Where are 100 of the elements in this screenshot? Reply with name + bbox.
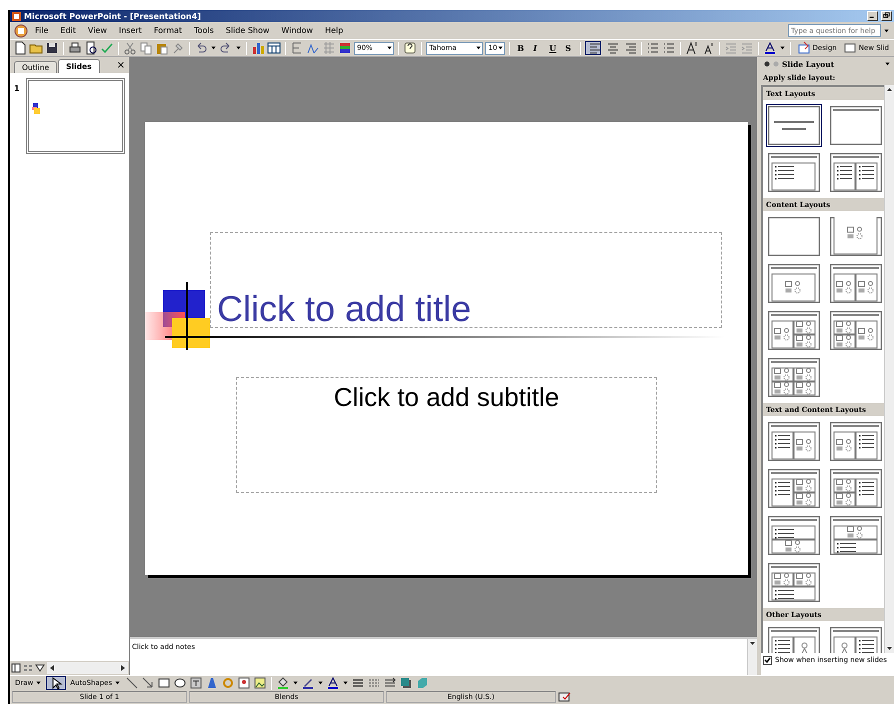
- slide-design-drawing: [32, 103, 40, 115]
- layout-drawing: [768, 106, 820, 145]
- horizontal-scrollbar[interactable]: [47, 662, 128, 674]
- restore-icon[interactable]: [881, 11, 892, 21]
- menu-item[interactable]: Slide Show: [220, 25, 274, 36]
- format-button[interactable]: B: [514, 41, 528, 55]
- layout-thumbnail[interactable]: [766, 467, 822, 510]
- layout-thumbnail[interactable]: [828, 309, 884, 352]
- layout-thumbnail[interactable]: [766, 514, 822, 557]
- layout-thumbnail[interactable]: [766, 309, 822, 352]
- layout-drawing: [768, 422, 820, 461]
- format-button[interactable]: S: [562, 41, 576, 55]
- select-button[interactable]: [46, 676, 66, 690]
- layout-thumbnail[interactable]: [766, 151, 822, 194]
- layout-drawing: [768, 311, 820, 350]
- layout-drawing: [830, 264, 882, 303]
- align-center-icon[interactable]: [606, 41, 620, 55]
- picture-icon[interactable]: [253, 676, 268, 690]
- layout-thumbnail[interactable]: [828, 262, 884, 305]
- layout-thumbnail[interactable]: [766, 420, 822, 463]
- slide-thumbnail[interactable]: [26, 78, 125, 154]
- paint-bucket-icon[interactable]: [276, 676, 290, 690]
- layout-drawing: [768, 516, 820, 555]
- menu-item[interactable]: Tools: [189, 25, 219, 36]
- layout-drawing: [768, 563, 820, 602]
- spelling-status-icon: [558, 691, 572, 703]
- menu-item[interactable]: Window: [276, 25, 318, 36]
- layout-drawing: [768, 217, 820, 256]
- ellipse-icon[interactable]: [173, 676, 188, 690]
- layout-drawing: [830, 516, 882, 555]
- layout-drawing: [768, 153, 820, 192]
- design-icon[interactable]: [796, 41, 811, 55]
- vertical-scrollbar[interactable]: [884, 85, 894, 653]
- minimize-icon[interactable]: [867, 11, 878, 21]
- normal-view-icon[interactable]: [11, 663, 21, 673]
- layout-thumbnail[interactable]: [766, 262, 822, 305]
- clipboard-icon[interactable]: [155, 41, 169, 55]
- menu-item[interactable]: View: [82, 25, 112, 36]
- slide-number: 1: [14, 84, 20, 93]
- shadow-icon[interactable]: [399, 676, 414, 690]
- subtitle-placeholder[interactable]: Click to add subtitle: [334, 384, 560, 410]
- format-button[interactable]: I: [530, 41, 544, 55]
- layout-drawing: [830, 311, 882, 350]
- scissors-icon[interactable]: [123, 41, 137, 55]
- layout-drawing: [830, 469, 882, 508]
- table-icon[interactable]: [267, 41, 281, 55]
- menu-item[interactable]: Format: [148, 25, 188, 36]
- align-button[interactable]: [585, 41, 601, 55]
- vertical-scrollbar[interactable]: [747, 639, 757, 675]
- layout-thumbnail[interactable]: [828, 151, 884, 194]
- font-color-icon[interactable]: [326, 676, 340, 690]
- slide-icon[interactable]: [842, 41, 857, 55]
- layout-thumbnail[interactable]: [766, 561, 822, 604]
- numbered-list-icon[interactable]: [646, 41, 660, 55]
- align-right-icon[interactable]: [624, 41, 638, 55]
- rectangle-icon[interactable]: [157, 676, 172, 690]
- layout-drawing: [768, 358, 820, 397]
- font-color-icon[interactable]: [762, 41, 777, 55]
- layout-thumbnail[interactable]: [766, 104, 822, 147]
- window-title: Microsoft PowerPoint - [Presentation4]: [24, 12, 202, 20]
- menu-item[interactable]: Help: [320, 25, 348, 36]
- menu-item[interactable]: File: [30, 25, 54, 36]
- spell-check-icon[interactable]: [100, 41, 114, 55]
- align-left-icon[interactable]: [588, 41, 602, 55]
- layout-thumbnail[interactable]: [828, 467, 884, 510]
- line-icon[interactable]: [125, 676, 140, 690]
- layout-drawing: [830, 153, 882, 192]
- slide-show-icon[interactable]: [35, 663, 45, 673]
- back-icon[interactable]: [764, 60, 770, 68]
- copy-icon[interactable]: [139, 41, 153, 55]
- layout-drawing: [768, 469, 820, 508]
- printer-icon[interactable]: [68, 41, 82, 55]
- close-button[interactable]: ×: [116, 60, 125, 70]
- layout-drawing: [830, 106, 882, 145]
- checkbox[interactable]: [763, 656, 772, 664]
- layout-thumbnail[interactable]: [766, 215, 822, 258]
- document-icon[interactable]: [14, 24, 28, 38]
- app-icon: [12, 12, 21, 20]
- layout-thumbnail[interactable]: [828, 514, 884, 557]
- menu-item[interactable]: Edit: [55, 25, 81, 36]
- help-icon[interactable]: [403, 41, 418, 55]
- magnifier-page-icon[interactable]: [84, 41, 98, 55]
- layout-thumbnail[interactable]: [766, 356, 822, 399]
- layout-thumbnail[interactable]: [828, 215, 884, 258]
- color-bars-icon[interactable]: [338, 41, 352, 55]
- layout-drawing: [830, 422, 882, 461]
- layout-thumbnail[interactable]: [828, 420, 884, 463]
- bullet-list-icon[interactable]: [662, 41, 676, 55]
- bar-chart-icon[interactable]: [251, 41, 265, 55]
- arrow-icon[interactable]: [141, 676, 156, 690]
- layout-thumbnail[interactable]: [828, 104, 884, 147]
- layout-drawing: [768, 264, 820, 303]
- clipart-icon[interactable]: [237, 676, 252, 690]
- pen-icon[interactable]: [301, 676, 316, 690]
- title-placeholder[interactable]: Click to add title: [217, 291, 472, 327]
- menu-item[interactable]: Insert: [114, 25, 147, 36]
- new-page-icon[interactable]: [13, 41, 27, 55]
- text-box-icon[interactable]: [189, 676, 204, 690]
- font-grow-icon[interactable]: [684, 41, 699, 55]
- format-button[interactable]: U: [546, 41, 560, 55]
